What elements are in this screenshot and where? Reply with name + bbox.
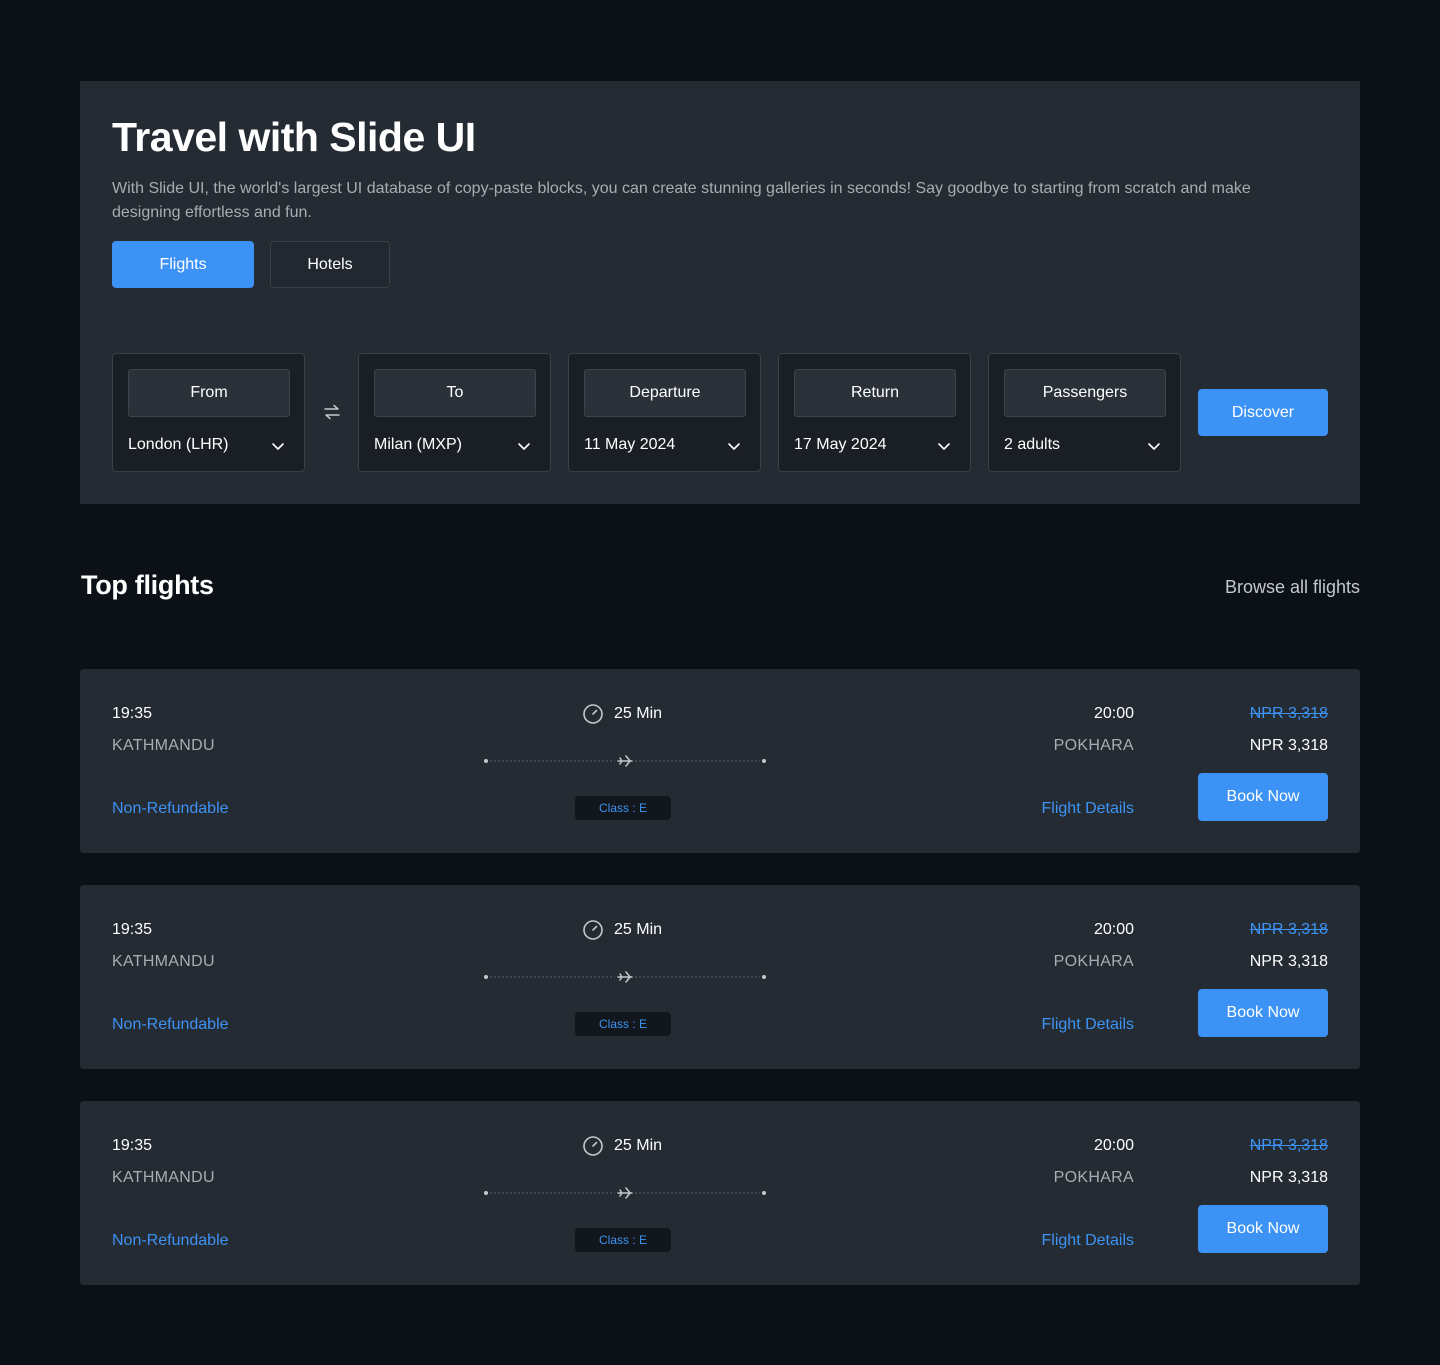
- current-price: NPR 3,318: [1249, 953, 1328, 970]
- book-now-button[interactable]: Book Now: [1198, 1205, 1328, 1253]
- discover-button[interactable]: Discover: [1198, 389, 1328, 436]
- departure-time: 19:35: [112, 921, 153, 938]
- route-line-plane-icon: [484, 1187, 766, 1199]
- tab-flights[interactable]: Flights: [112, 241, 254, 288]
- search-hero: Travel with Slide UI With Slide UI, the …: [80, 81, 1360, 504]
- from-value: London (LHR): [128, 436, 229, 453]
- original-price: NPR 3,318: [1249, 1137, 1328, 1154]
- class-badge: Class : E: [575, 1228, 671, 1252]
- refund-status: Non-Refundable: [112, 800, 229, 817]
- class-badge: Class : E: [575, 1012, 671, 1036]
- class-badge: Class : E: [575, 796, 671, 820]
- flight-details-link[interactable]: Flight Details: [1042, 1016, 1134, 1034]
- arrival-time: 20:00: [1093, 921, 1134, 938]
- clock-icon: [583, 1136, 603, 1156]
- return-field[interactable]: Return 17 May 2024: [778, 353, 971, 472]
- chevron-down-icon[interactable]: [726, 438, 742, 454]
- arrival-time: 20:00: [1093, 1137, 1134, 1154]
- chevron-down-icon[interactable]: [1146, 438, 1162, 454]
- arrival-city: POKHARA: [1053, 953, 1134, 970]
- departure-field[interactable]: Departure 11 May 2024: [568, 353, 761, 472]
- passengers-label: Passengers: [1004, 369, 1166, 417]
- departure-city: KATHMANDU: [112, 737, 215, 754]
- from-field[interactable]: From London (LHR): [112, 353, 305, 472]
- flight-duration: 25 Min: [614, 921, 663, 938]
- refund-status: Non-Refundable: [112, 1016, 229, 1033]
- flight-duration: 25 Min: [614, 1137, 663, 1154]
- original-price: NPR 3,318: [1249, 921, 1328, 938]
- top-flights-title: Top flights: [81, 570, 214, 600]
- chevron-down-icon[interactable]: [270, 438, 286, 454]
- departure-time: 19:35: [112, 705, 153, 722]
- return-value: 17 May 2024: [794, 436, 887, 453]
- clock-icon: [583, 704, 603, 724]
- departure-city: KATHMANDU: [112, 1169, 215, 1186]
- refund-status: Non-Refundable: [112, 1232, 229, 1249]
- clock-icon: [583, 920, 603, 940]
- to-label: To: [374, 369, 536, 417]
- current-price: NPR 3,318: [1249, 1169, 1328, 1186]
- flight-card: 19:35 KATHMANDU Non-Refundable 25 Min Cl…: [80, 885, 1360, 1069]
- route-line-plane-icon: [484, 971, 766, 983]
- return-label: Return: [794, 369, 956, 417]
- chevron-down-icon[interactable]: [936, 438, 952, 454]
- browse-all-flights-link[interactable]: Browse all flights: [1225, 577, 1360, 598]
- flight-duration: 25 Min: [614, 705, 663, 722]
- chevron-down-icon[interactable]: [516, 438, 532, 454]
- departure-label: Departure: [584, 369, 746, 417]
- tab-hotels[interactable]: Hotels: [270, 241, 390, 288]
- duration-group: 25 Min: [582, 703, 662, 725]
- page: Travel with Slide UI With Slide UI, the …: [0, 0, 1440, 1365]
- passengers-field[interactable]: Passengers 2 adults: [988, 353, 1181, 472]
- duration-group: 25 Min: [582, 919, 662, 941]
- departure-time: 19:35: [112, 1137, 153, 1154]
- arrival-city: POKHARA: [1053, 737, 1134, 754]
- duration-group: 25 Min: [582, 1135, 662, 1157]
- flight-card: 19:35 KATHMANDU Non-Refundable 25 Min Cl…: [80, 669, 1360, 853]
- book-now-button[interactable]: Book Now: [1198, 989, 1328, 1037]
- to-value: Milan (MXP): [374, 436, 463, 453]
- route-line-plane-icon: [484, 755, 766, 767]
- hero-description: With Slide UI, the world's largest UI da…: [112, 180, 1251, 221]
- original-price: NPR 3,318: [1249, 705, 1328, 722]
- current-price: NPR 3,318: [1249, 737, 1328, 754]
- arrival-time: 20:00: [1093, 705, 1134, 722]
- passengers-value: 2 adults: [1004, 436, 1061, 453]
- page-title: Travel with Slide UI: [112, 114, 476, 160]
- departure-city: KATHMANDU: [112, 953, 215, 970]
- flight-card: 19:35 KATHMANDU Non-Refundable 25 Min Cl…: [80, 1101, 1360, 1285]
- arrival-city: POKHARA: [1053, 1169, 1134, 1186]
- book-now-button[interactable]: Book Now: [1198, 773, 1328, 821]
- swap-arrows-icon[interactable]: [323, 403, 341, 421]
- departure-value: 11 May 2024: [584, 436, 676, 453]
- to-field[interactable]: To Milan (MXP): [358, 353, 551, 472]
- from-label: From: [128, 369, 290, 417]
- flight-details-link[interactable]: Flight Details: [1042, 1232, 1134, 1250]
- flight-details-link[interactable]: Flight Details: [1042, 800, 1134, 818]
